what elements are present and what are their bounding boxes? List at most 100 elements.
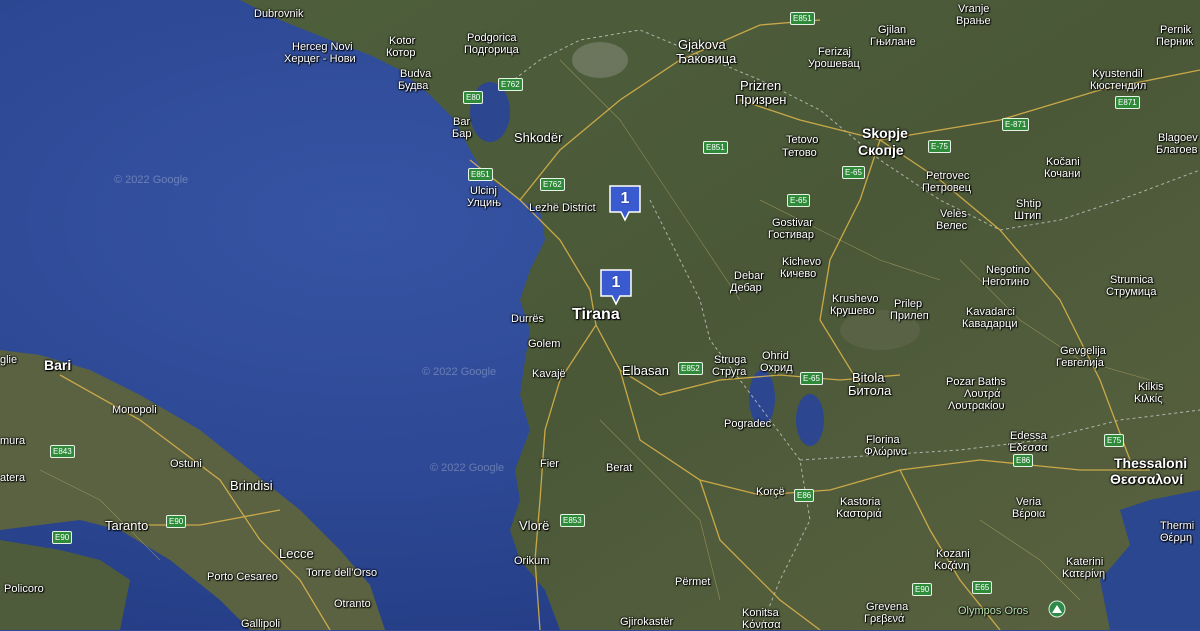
place-label: Grevena (866, 601, 909, 613)
road-shield: E762 (498, 78, 523, 91)
place-label: Kočani (1046, 156, 1080, 168)
map-marker-cluster-icon[interactable]: 1 (599, 268, 633, 306)
place-label: Подгорица (464, 44, 519, 56)
place-label: Γρεβενά (864, 613, 905, 625)
place-label: Прилеп (890, 310, 929, 322)
place-label: Скопје (858, 142, 904, 158)
road-shield: E-871 (1002, 118, 1030, 131)
place-label: glie (0, 354, 18, 366)
place-label: Будва (398, 80, 429, 92)
place-label: Кавадарци (962, 318, 1018, 330)
place-label: Καστοριά (836, 508, 882, 520)
road-shield: E871 (1115, 96, 1140, 109)
place-label: Бар (452, 128, 472, 140)
road-shield: E65 (972, 581, 993, 594)
road-shield: E843 (50, 445, 75, 458)
place-label: Petrovec (926, 170, 970, 182)
place-label: Врање (956, 15, 991, 27)
place-label: Pogradec (724, 418, 772, 430)
place-label: Kastoria (840, 496, 881, 508)
place-label: Fier (540, 458, 559, 470)
place-label: Кочани (1044, 168, 1081, 180)
place-label: Велес (936, 220, 968, 232)
place-label: Гевгелија (1056, 357, 1104, 369)
place-label: Policoro (4, 583, 44, 595)
place-label: Kavajë (532, 368, 566, 380)
place-label: Lecce (279, 546, 314, 561)
place-label: Taranto (105, 518, 149, 533)
place-label: Otranto (334, 598, 371, 610)
place-label: Strumica (1110, 274, 1154, 286)
place-label: Котор (386, 47, 416, 59)
place-label: Veles (940, 208, 967, 220)
place-label: Gjakova (678, 37, 726, 52)
place-label: Bar (453, 116, 471, 128)
place-label: Porto Cesareo (207, 571, 278, 583)
place-label: Урошевац (808, 58, 860, 70)
place-label: Pozar Baths (946, 376, 1006, 388)
map-marker-cluster-icon[interactable]: 1 (608, 184, 642, 222)
place-label: Gostivar (772, 217, 813, 229)
place-label: Krushevo (832, 293, 879, 305)
place-label: Κιλκίς (1134, 393, 1163, 405)
place-label: Kozani (936, 548, 970, 560)
place-label: Перник (1156, 36, 1194, 48)
place-label: Гњилане (870, 36, 916, 48)
place-label: Orikum (514, 555, 550, 567)
place-label: Струга (712, 366, 747, 378)
place-label: Ostuni (170, 458, 202, 470)
place-label: Vlorë (519, 518, 550, 533)
place-label: Έδεσσα (1008, 442, 1048, 454)
place-label: Битола (848, 383, 892, 398)
road-shield: E80 (463, 91, 484, 104)
place-label: Negotino (986, 264, 1031, 276)
place-label: Brindisi (230, 478, 273, 493)
place-label: Florina (866, 434, 900, 446)
place-label: Κατερίνη (1062, 568, 1106, 580)
road-shield: E852 (678, 362, 703, 375)
place-label: Shtip (1016, 198, 1042, 210)
place-label: Kavadarci (966, 306, 1015, 318)
place-label: Kotor (389, 35, 416, 47)
place-label: Debar (734, 270, 764, 282)
place-label: Гостивар (768, 229, 814, 241)
place-label: Thessaloni (1114, 455, 1188, 471)
place-label: Крушево (830, 305, 875, 317)
road-shield: E762 (540, 178, 565, 191)
place-label: Gjirokastër (620, 616, 674, 628)
place-label: Кюстендил (1090, 80, 1147, 92)
place-label: Gevgelija (1060, 345, 1106, 357)
road-shield: E86 (1013, 454, 1034, 467)
place-label: Vranje (958, 3, 990, 15)
place-label: Veria (1016, 496, 1042, 508)
lake-prespa (796, 394, 824, 446)
place-label: Θεσσαλονί (1110, 471, 1184, 487)
place-label-capital: Tirana (572, 306, 620, 323)
google-watermark: © 2022 Google (422, 366, 497, 378)
road-shield: E-65 (800, 372, 823, 385)
place-label: Βέροια (1012, 508, 1046, 520)
place-label: Bari (44, 357, 72, 373)
place-label: Prilep (894, 298, 923, 310)
place-label: Golem (528, 338, 561, 350)
place-label: Θέρμη (1160, 532, 1193, 544)
place-label: Thermi (1160, 520, 1195, 532)
google-watermark: © 2022 Google (430, 462, 505, 474)
place-label: Ђаковица (676, 51, 737, 66)
place-label: Κόνιτσα (742, 619, 781, 631)
place-label: Durrës (511, 313, 545, 325)
road-shield: E-65 (842, 166, 865, 179)
place-label: Podgorica (467, 32, 517, 44)
place-label: Kichevo (782, 256, 822, 268)
place-label: Λουτρά (964, 388, 1001, 400)
place-label: Кичево (780, 268, 817, 280)
road-shield: E-75 (928, 140, 951, 153)
place-label: Kyustendil (1092, 68, 1143, 80)
google-watermark: © 2022 Google (114, 174, 189, 186)
road-shield: E90 (52, 531, 73, 544)
place-label: Gallipoli (241, 618, 281, 630)
place-label: mura (0, 435, 26, 447)
place-label: Berat (606, 462, 633, 474)
place-label: Torre dell'Orso (306, 567, 378, 579)
place-label: Улцињ (467, 197, 502, 209)
